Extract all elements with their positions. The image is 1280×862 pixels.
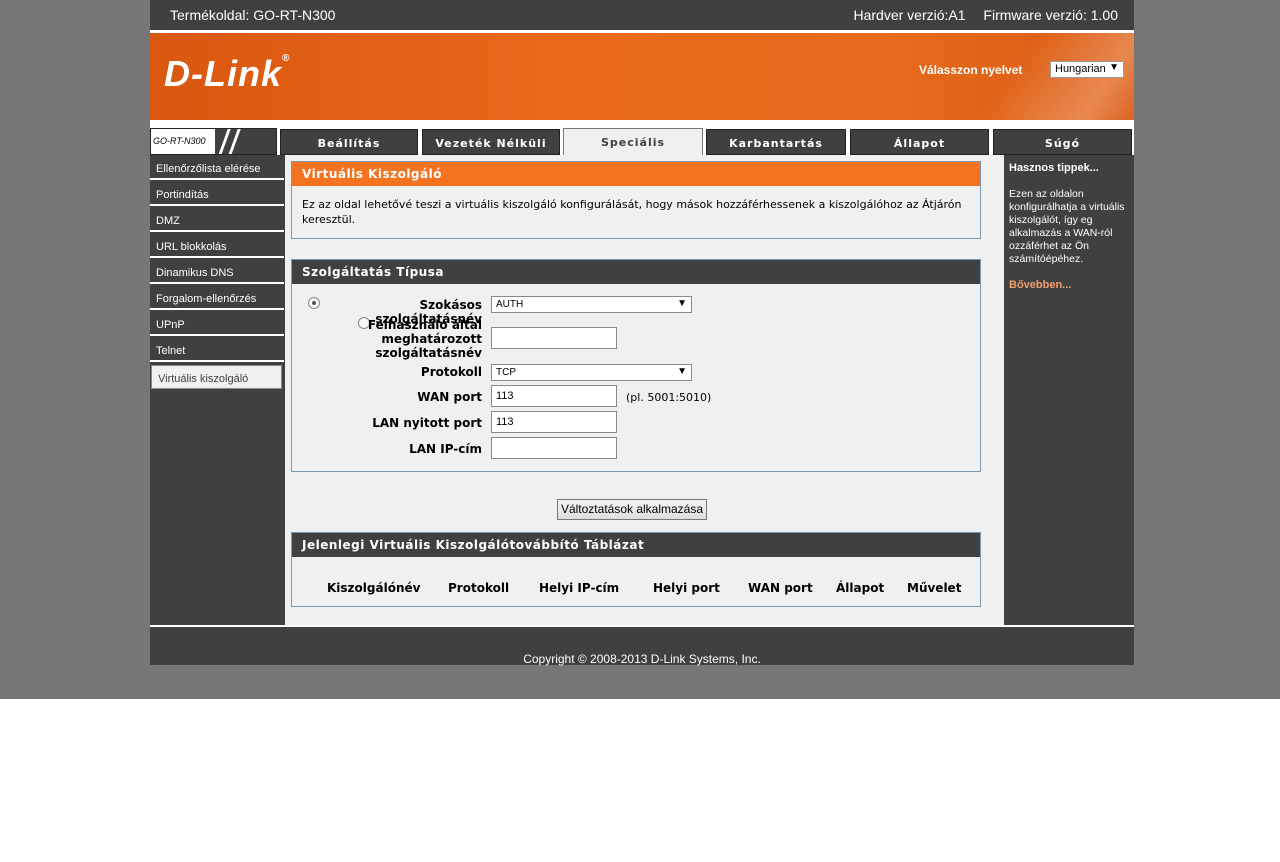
sidebar-item-traffic-control[interactable]: Forgalom-ellenőrzés [150,286,284,310]
sidebar-item-dynamic-dns[interactable]: Dinamikus DNS [150,260,284,284]
intro-text: Ez az oldal lehetővé teszi a virtuális k… [302,198,962,226]
table-header-wan-port: WAN port [748,581,813,595]
sidebar-item-virtual-server[interactable]: Virtuális kiszolgáló [151,365,282,389]
main-content: Virtuális Kiszolgáló Ez az oldal lehetőv… [285,155,1004,625]
table-header-server-name: Kiszolgálónév [327,581,421,595]
slash-decoration [227,129,242,154]
help-title: Hasznos tippek... [1009,162,1099,174]
apply-changes-button[interactable]: Változtatások alkalmazása [557,499,707,520]
tab-wireless[interactable]: Vezeték Nélküli [422,129,560,155]
language-label: Válasszon nyelvet [919,63,1023,77]
table-header-local-ip: Helyi IP-cím [539,581,620,595]
protocol-select[interactable]: TCP ▼ [491,364,692,381]
tab-help[interactable]: Súgó [993,129,1132,155]
router-page: Termékoldal: GO-RT-N300 Hardver verzió:A… [150,0,1134,666]
model-tag-text: GO-RT-N300 [151,129,215,154]
lan-ip-label: LAN IP-cím [409,442,482,456]
wan-port-label: WAN port [417,390,482,404]
version-info: Hardver verzió:A1 Firmware verzió: 1.00 [839,7,1118,23]
lan-ip-input[interactable] [491,437,617,459]
dlink-logo: D-Link® [164,53,291,94]
wan-port-input[interactable]: 113 [491,385,617,407]
sidebar-item-port-triggering[interactable]: Portindítás [150,182,284,206]
table-header-action: Művelet [907,581,962,595]
sidebar-item-telnet[interactable]: Telnet [150,338,284,362]
virtual-server-intro-panel: Virtuális Kiszolgáló Ez az oldal lehetőv… [291,161,981,239]
forwarding-table-panel: Jelenlegi Virtuális Kiszolgálótovábbító … [291,532,981,607]
table-header-local-port: Helyi port [653,581,720,595]
sidebar-item-access-control[interactable]: Ellenőrzőlista elérése [150,156,284,180]
standard-service-radio[interactable] [308,297,320,309]
panel-title: Szolgáltatás Típusa [292,260,980,284]
tab-maintenance[interactable]: Karbantartás [706,129,846,155]
copyright-text: Copyright © 2008-2013 D-Link Systems, In… [523,652,761,666]
language-select-value: Hungarian [1055,63,1106,75]
chevron-down-icon: ▼ [677,298,687,309]
service-type-panel: Szolgáltatás Típusa Szokásos szolgáltatá… [291,259,981,472]
table-header-status: Állapot [836,581,885,595]
panel-title: Jelenlegi Virtuális Kiszolgálótovábbító … [292,533,980,557]
sidebar-item-upnp[interactable]: UPnP [150,312,284,336]
custom-service-input[interactable] [491,327,617,349]
header-banner: D-Link® Válasszon nyelvet Hungarian ▼ [150,33,1134,120]
tab-setup[interactable]: Beállítás [280,129,418,155]
chevron-down-icon: ▼ [1109,62,1119,73]
help-text: Ezen az oldalon konfigurálhatja a virtuá… [1009,188,1125,265]
protocol-label: Protokoll [420,365,482,379]
wan-port-hint: (pl. 5001:5010) [626,391,712,404]
custom-service-label: Felhasználó által meghatározott szolgált… [367,318,482,360]
sidebar: Ellenőrzőlista elérése Portindítás DMZ U… [150,155,285,625]
standard-service-select[interactable]: AUTH ▼ [491,296,692,313]
language-select[interactable]: Hungarian ▼ [1050,61,1124,78]
help-more-link[interactable]: Bővebben... [1009,279,1071,291]
panel-title: Virtuális Kiszolgáló [292,162,980,186]
sidebar-item-dmz[interactable]: DMZ [150,208,284,232]
table-header-protocol: Protokoll [448,581,510,595]
firmware-version: Firmware verzió: 1.00 [983,7,1118,23]
chevron-down-icon: ▼ [677,366,687,377]
product-page-label: Termékoldal: GO-RT-N300 [170,7,336,23]
lan-port-label: LAN nyitott port [372,416,482,430]
sidebar-item-url-blocking[interactable]: URL blokkolás [150,234,284,258]
footer: Copyright © 2008-2013 D-Link Systems, In… [150,627,1134,666]
hardware-version: Hardver verzió:A1 [853,7,966,23]
tab-status[interactable]: Állapot [850,129,989,155]
model-tag: GO-RT-N300 [150,128,277,155]
help-sidebar: Hasznos tippek... Ezen az oldalon konfig… [1004,155,1134,625]
standard-service-value: AUTH [496,299,524,310]
lan-port-input[interactable]: 113 [491,411,617,433]
protocol-value: TCP [496,367,516,378]
tab-advanced[interactable]: Speciális [563,128,703,156]
top-bar: Termékoldal: GO-RT-N300 Hardver verzió:A… [150,0,1134,30]
